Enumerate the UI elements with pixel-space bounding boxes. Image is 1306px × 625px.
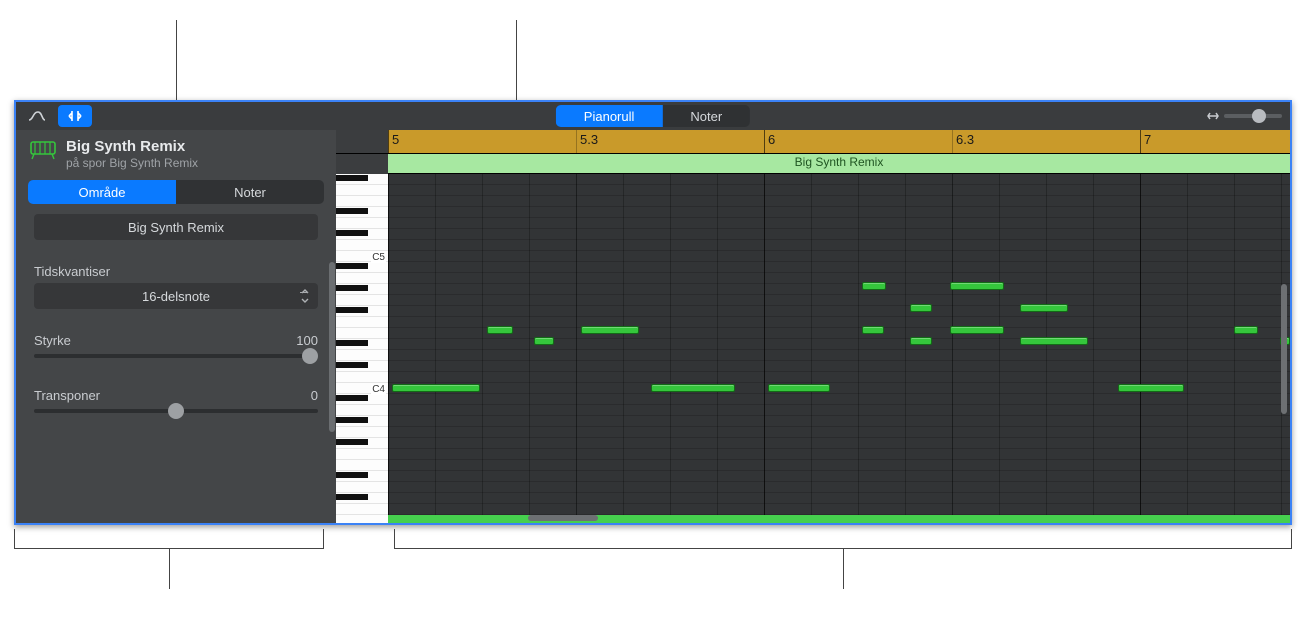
midi-note[interactable] [1020,337,1088,345]
midi-note[interactable] [950,326,1004,334]
select-stepper-icon [300,287,310,305]
catch-playhead-button[interactable] [58,105,92,127]
ruler-label: 6 [768,132,775,147]
midi-note[interactable] [910,304,932,312]
midi-note[interactable] [1234,326,1258,334]
strength-slider-thumb[interactable] [302,348,318,364]
region-header: Big Synth Remix på spor Big Synth Remix [16,130,336,176]
midi-note[interactable] [768,384,830,392]
inspector-scrollbar-thumb[interactable] [329,262,335,432]
inspector-tab-region[interactable]: Område [28,180,176,204]
midi-note[interactable] [651,384,735,392]
quantize-label-text: Tidskvantiser [34,264,110,279]
inspector-tab-notes[interactable]: Noter [176,180,324,204]
midi-note[interactable] [534,337,554,345]
horizontal-zoom-control[interactable] [1206,109,1282,123]
piano-roll-editor: Pianorull Noter [14,100,1292,525]
region-strip: Big Synth Remix [336,154,1290,174]
midi-note[interactable] [862,326,884,334]
transpose-value: 0 [311,388,318,403]
piano-roll-area: 5 5.3 6 6.3 7 Big Synth Remix C5 C4 [336,130,1290,523]
ruler-label: 6.3 [956,132,974,147]
tab-pianorull[interactable]: Pianorull [556,105,663,127]
transpose-slider[interactable] [34,409,318,413]
quantize-label: Tidskvantiser [34,264,318,279]
transpose-slider-thumb[interactable] [168,403,184,419]
horizontal-scrollbar[interactable] [448,513,1270,523]
strength-label: Styrke [34,333,71,348]
midi-note[interactable] [1020,304,1068,312]
zoom-slider-thumb[interactable] [1252,109,1266,123]
midi-note[interactable] [487,326,513,334]
midi-note[interactable] [1118,384,1184,392]
inspector-panel: Big Synth Remix på spor Big Synth Remix … [16,130,336,523]
quantize-value: 16-delsnote [142,289,210,304]
zoom-horizontal-icon [1206,109,1220,123]
ruler-label: 5.3 [580,132,598,147]
strength-slider[interactable] [34,354,318,358]
region-subtitle: på spor Big Synth Remix [66,156,198,170]
note-grid[interactable] [388,174,1290,523]
inspector-scrollbar[interactable] [328,142,336,511]
inspector-tabs: Område Noter [28,180,324,204]
vertical-scrollbar-thumb[interactable] [1281,284,1287,414]
editor-top-bar: Pianorull Noter [16,102,1290,130]
strength-value: 100 [296,333,318,348]
octave-label: C5 [371,252,386,263]
vertical-scrollbar[interactable] [1280,214,1288,503]
midi-note[interactable] [910,337,932,345]
automation-curve-button[interactable] [20,105,54,127]
ruler-label: 5 [392,132,399,147]
zoom-slider-track[interactable] [1224,114,1282,118]
region-name-field[interactable]: Big Synth Remix [34,214,318,240]
transpose-label: Transponer [34,388,100,403]
time-ruler[interactable]: 5 5.3 6 6.3 7 [336,130,1290,154]
tab-noter[interactable]: Noter [662,105,750,127]
octave-label: C4 [371,384,386,395]
region-strip-label: Big Synth Remix [795,155,884,169]
ruler-label: 7 [1144,132,1151,147]
midi-note[interactable] [862,282,886,290]
horizontal-scrollbar-thumb[interactable] [528,515,598,521]
midi-note[interactable] [392,384,480,392]
midi-region-icon [30,138,56,160]
region-strip-track[interactable]: Big Synth Remix [388,154,1290,174]
midi-note[interactable] [950,282,1004,290]
view-mode-tabs: Pianorull Noter [556,105,750,127]
piano-keyboard[interactable]: C5 C4 [336,174,388,523]
region-title: Big Synth Remix [66,138,198,155]
quantize-select[interactable]: 16-delsnote [34,283,318,309]
midi-note[interactable] [581,326,639,334]
